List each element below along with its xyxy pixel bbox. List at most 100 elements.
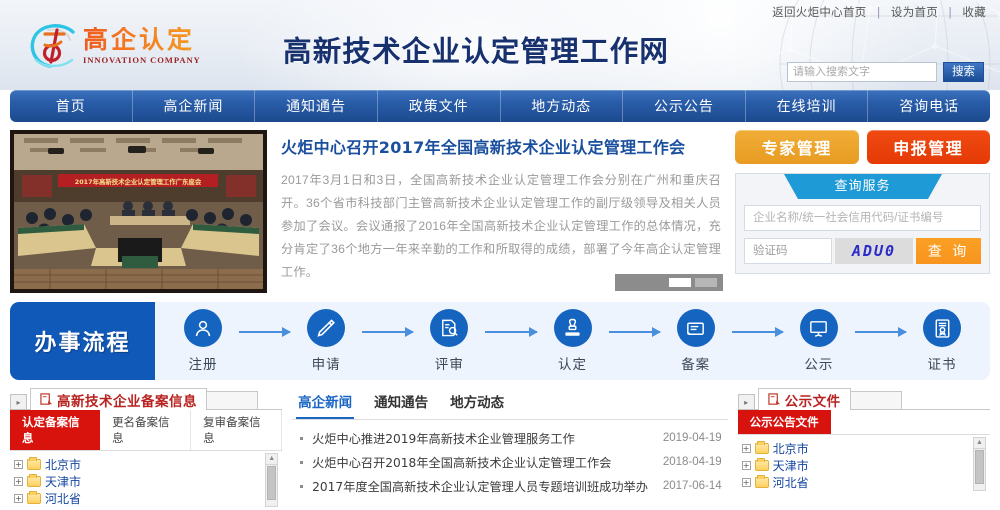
news-tab-local[interactable]: 地方动态 xyxy=(448,388,506,419)
carousel-indicators xyxy=(615,274,723,291)
news-list-item: 2017年度全国高新技术企业认定管理人员专题培训班成功举办 2017-06-14 xyxy=(292,474,727,498)
flow-step-certificate[interactable]: 证书 xyxy=(906,309,978,373)
site-header: 返回火炬中心首页 | 设为首页 | 收藏 高企认定 INNOVATION COM… xyxy=(0,0,1000,90)
flow-step-filing[interactable]: 备案 xyxy=(660,309,732,373)
sidebar-right: 专家管理 申报管理 查询服务 ADU0 查 询 xyxy=(735,130,990,293)
tree-item-label: 河北省 xyxy=(45,490,81,507)
query-service-panel: 查询服务 ADU0 查 询 xyxy=(735,173,990,274)
query-submit-button[interactable]: 查 询 xyxy=(916,238,981,264)
company-search-input[interactable] xyxy=(744,205,981,231)
scroll-up-icon[interactable]: ▲ xyxy=(974,438,985,449)
site-logo[interactable]: 高企认定 INNOVATION COMPANY xyxy=(28,20,201,72)
filing-panel-tabbar: ▸ 高新技术企业备案信息 xyxy=(10,388,282,410)
expert-management-button[interactable]: 专家管理 xyxy=(735,130,859,164)
logo-english-name: INNOVATION COMPANY xyxy=(83,55,201,65)
declaration-management-button[interactable]: 申报管理 xyxy=(867,130,991,164)
subtab-certification-filing[interactable]: 认定备案信息 xyxy=(10,410,100,450)
top-link-set-homepage[interactable]: 设为首页 xyxy=(891,7,938,19)
nav-item-policy[interactable]: 政策文件 xyxy=(378,90,501,122)
captcha-input[interactable] xyxy=(744,238,832,264)
flow-arrow-6 xyxy=(855,331,906,333)
panel-collapse-icon[interactable]: ▸ xyxy=(10,394,27,410)
tree-item-hebei[interactable]: + 河北省 xyxy=(14,490,282,507)
feature-headline[interactable]: 火炬中心召开2017年全国高新技术企业认定管理工作会 xyxy=(281,134,721,158)
nav-item-home[interactable]: 首页 xyxy=(10,90,133,122)
folder-icon xyxy=(755,443,769,454)
bullet-icon xyxy=(300,461,303,464)
expand-icon[interactable]: + xyxy=(742,444,751,453)
tree-item-beijing[interactable]: + 北京市 xyxy=(742,440,990,457)
filing-panel-title: 高新技术企业备案信息 xyxy=(57,390,197,410)
news-item-title[interactable]: 火炬中心推进2019年高新技术企业管理服务工作 xyxy=(312,429,653,447)
publicity-tree-scrollbar[interactable]: ▲ xyxy=(973,437,986,491)
search-input[interactable] xyxy=(787,62,937,82)
news-tab-company-news[interactable]: 高企新闻 xyxy=(296,388,354,419)
filing-panel-tab[interactable]: 高新技术企业备案信息 xyxy=(30,388,207,410)
expand-icon[interactable]: + xyxy=(742,461,751,470)
news-list-item: 火炬中心召开2018年全国高新技术企业认定管理工作会 2018-04-19 xyxy=(292,450,727,474)
carousel-dot-2[interactable] xyxy=(695,278,717,287)
expand-icon[interactable]: + xyxy=(742,478,751,487)
expand-icon[interactable]: + xyxy=(14,460,23,469)
tree-item-tianjin[interactable]: + 天津市 xyxy=(742,457,990,474)
nav-item-training[interactable]: 在线培训 xyxy=(746,90,869,122)
main-nav: 首页 高企新闻 通知通告 政策文件 地方动态 公示公告 在线培训 咨询电话 xyxy=(10,90,990,122)
flow-arrow-2 xyxy=(362,331,413,333)
archive-card-icon xyxy=(677,309,715,347)
nav-item-notices[interactable]: 通知通告 xyxy=(255,90,378,122)
search-form: 搜索 xyxy=(787,62,984,82)
feature-photo[interactable]: 2017年高新技术企业认定管理工作广东座会 xyxy=(10,130,267,293)
filing-tree-scrollbar[interactable]: ▲ xyxy=(265,453,278,507)
nav-item-local[interactable]: 地方动态 xyxy=(501,90,624,122)
nav-item-announcements[interactable]: 公示公告 xyxy=(623,90,746,122)
tree-item-label: 天津市 xyxy=(45,473,81,490)
flow-step-review[interactable]: 评审 xyxy=(413,309,485,373)
tree-item-label: 天津市 xyxy=(773,457,809,474)
nav-item-hotline[interactable]: 咨询电话 xyxy=(868,90,990,122)
news-list: 火炬中心推进2019年高新技术企业管理服务工作 2019-04-19 火炬中心召… xyxy=(292,420,727,498)
flow-step-register[interactable]: 注册 xyxy=(167,309,239,373)
flow-step-apply[interactable]: 申请 xyxy=(290,309,362,373)
scrollbar-thumb[interactable] xyxy=(267,466,276,500)
feature-body: 2017年3月1日和3日，全国高新技术企业认定管理工作会分别在广州和重庆召开。3… xyxy=(281,169,721,284)
flow-arrow-4 xyxy=(609,331,660,333)
flow-step-publicity[interactable]: 公示 xyxy=(783,309,855,373)
news-tab-notices[interactable]: 通知通告 xyxy=(372,388,430,419)
news-item-title[interactable]: 火炬中心召开2018年全国高新技术企业认定管理工作会 xyxy=(312,453,653,471)
flow-step-certify[interactable]: 认定 xyxy=(537,309,609,373)
news-list-item: 火炬中心推进2019年高新技术企业管理服务工作 2019-04-19 xyxy=(292,426,727,450)
subtab-reexamine-filing[interactable]: 复审备案信息 xyxy=(191,410,282,450)
flow-step-label: 认定 xyxy=(537,353,609,373)
publicity-subtabs: 公示公告文件 xyxy=(738,410,990,435)
nav-item-news[interactable]: 高企新闻 xyxy=(133,90,256,122)
carousel-dot-1[interactable] xyxy=(669,278,691,287)
publicity-panel-tab[interactable]: 公示文件 xyxy=(758,388,851,410)
news-tabbar: 高企新闻 通知通告 地方动态 xyxy=(292,388,727,420)
top-utility-links: 返回火炬中心首页 | 设为首页 | 收藏 xyxy=(772,4,986,20)
news-item-title[interactable]: 2017年度全国高新技术企业认定管理人员专题培训班成功举办 xyxy=(312,477,653,495)
query-service-title: 查询服务 xyxy=(798,174,928,199)
publicity-panel-title: 公示文件 xyxy=(785,390,841,410)
top-link-torch-home[interactable]: 返回火炬中心首页 xyxy=(772,7,866,19)
captcha-image[interactable]: ADU0 xyxy=(835,238,913,264)
news-item-date: 2019-04-19 xyxy=(663,432,722,444)
scroll-up-icon[interactable]: ▲ xyxy=(266,454,277,465)
tree-item-tianjin[interactable]: + 天津市 xyxy=(14,473,282,490)
document-review-icon xyxy=(430,309,468,347)
tree-item-beijing[interactable]: + 北京市 xyxy=(14,456,282,473)
search-button[interactable]: 搜索 xyxy=(943,62,984,82)
expand-icon[interactable]: + xyxy=(14,494,23,503)
logo-text-block: 高企认定 INNOVATION COMPANY xyxy=(83,27,201,64)
publicity-panel-tab-blank xyxy=(850,391,902,410)
expand-icon[interactable]: + xyxy=(14,477,23,486)
subtab-publicity-documents[interactable]: 公示公告文件 xyxy=(738,410,831,434)
tree-item-hebei[interactable]: + 河北省 xyxy=(742,474,990,491)
top-link-favorite[interactable]: 收藏 xyxy=(962,7,986,19)
bullet-icon xyxy=(300,485,303,488)
subtab-rename-filing[interactable]: 更名备案信息 xyxy=(100,410,191,450)
scrollbar-thumb[interactable] xyxy=(975,450,984,484)
process-flow: 办事流程 注册 申请 xyxy=(10,302,990,380)
filing-panel-tab-blank xyxy=(206,391,258,410)
panel-collapse-icon[interactable]: ▸ xyxy=(738,394,755,410)
flow-arrow-1 xyxy=(239,331,290,333)
